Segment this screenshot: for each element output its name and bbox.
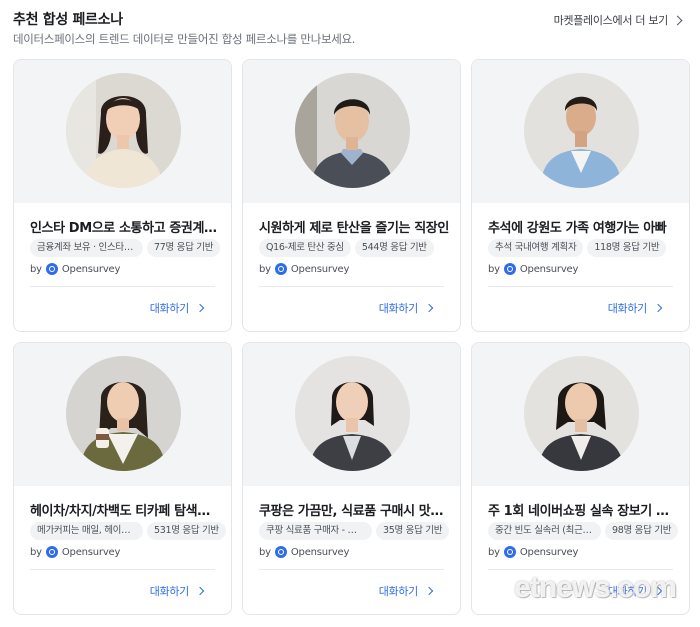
persona-title: 헤이차/차지/차백도 티카페 탐색하는 여성 <box>30 504 220 519</box>
persona-response-tag: 98명 응답 기반 <box>605 522 679 540</box>
persona-provider: by Opensurvey <box>259 263 349 275</box>
persona-avatar <box>295 73 410 188</box>
chat-button[interactable]: 대화하기 <box>378 583 434 599</box>
provider-name: Opensurvey <box>61 263 121 275</box>
chat-button-label: 대화하기 <box>378 302 419 315</box>
persona-response-tag: 77명 응답 기반 <box>147 239 221 257</box>
chat-button-label: 대화하기 <box>149 585 190 598</box>
persona-tags: 쿠팡 식료품 구매자 - 체험단 35명 응답 기반 <box>259 522 450 540</box>
chevron-right-icon <box>653 303 663 313</box>
by-label: by <box>488 546 500 558</box>
persona-photo-area <box>472 343 689 486</box>
chat-button-label: 대화하기 <box>378 585 419 598</box>
persona-photo-area <box>472 60 689 203</box>
persona-card[interactable]: 추석에 강원도 가족 여행가는 아빠 추석 국내여행 계획자 118명 응답 기… <box>471 59 690 332</box>
persona-photo-area <box>243 60 460 203</box>
persona-title: 시원하게 제로 탄산을 즐기는 직장인 <box>259 221 449 236</box>
persona-card[interactable]: 헤이차/차지/차백도 티카페 탐색하는 여성 메가커피는 매일, 헤이차는 가끔… <box>13 342 232 615</box>
chat-button-label: 대화하기 <box>149 302 190 315</box>
persona-response-tag: 118명 응답 기반 <box>587 239 667 257</box>
persona-segment-tag: Q16-제로 탄산 중심 <box>259 239 351 257</box>
chat-button[interactable]: 대화하기 <box>378 300 434 316</box>
persona-card[interactable]: 쿠팡은 가끔만, 식료품 구매시 맛을 따지는 쿠팡 식료품 구매자 - 체험단… <box>242 342 461 615</box>
card-divider <box>30 286 215 287</box>
card-divider <box>488 569 673 570</box>
opensurvey-logo-icon <box>274 546 287 558</box>
persona-provider: by Opensurvey <box>30 546 120 558</box>
persona-segment-tag: 금융계좌 보유 · 인스타그램 이용자 <box>30 239 143 257</box>
marketplace-more-link[interactable]: 마켓플레이스에서 더 보기 <box>553 12 683 28</box>
persona-tags: 메가커피는 매일, 헤이차는 가끔 531명 응답 기반 <box>30 522 226 540</box>
provider-name: Opensurvey <box>61 546 121 558</box>
persona-title: 인스타 DM으로 소통하고 증권계좌를 관리하는 20대 여성 <box>30 221 220 236</box>
chevron-right-icon <box>424 303 434 313</box>
card-divider <box>488 286 673 287</box>
persona-photo-area <box>14 60 231 203</box>
persona-response-tag: 531명 응답 기반 <box>147 522 226 540</box>
persona-provider: by Opensurvey <box>259 546 349 558</box>
persona-photo-area <box>243 343 460 486</box>
section-title: 추천 합성 페르소나 <box>13 12 123 28</box>
by-label: by <box>30 263 42 275</box>
chat-button-label: 대화하기 <box>607 302 648 315</box>
persona-tags: 추석 국내여행 계획자 118명 응답 기반 <box>488 239 667 257</box>
persona-avatar <box>524 73 639 188</box>
chevron-right-icon <box>424 586 434 596</box>
persona-avatar <box>66 73 181 188</box>
marketplace-more-label: 마켓플레이스에서 더 보기 <box>553 14 669 27</box>
persona-tags: Q16-제로 탄산 중심 544명 응답 기반 <box>259 239 434 257</box>
chevron-right-icon <box>195 303 205 313</box>
section-header: 추천 합성 페르소나 데이터스페이스의 트렌드 데이터로 만들어진 합성 페르소… <box>13 9 689 49</box>
persona-card[interactable]: 시원하게 제로 탄산을 즐기는 직장인 Q16-제로 탄산 중심 544명 응답… <box>242 59 461 332</box>
provider-name: Opensurvey <box>290 546 350 558</box>
opensurvey-logo-icon <box>503 263 516 275</box>
persona-response-tag: 35명 응답 기반 <box>376 522 450 540</box>
chevron-right-icon <box>195 586 205 596</box>
by-label: by <box>30 546 42 558</box>
persona-title: 쿠팡은 가끔만, 식료품 구매시 맛을 따지는 <box>259 504 449 519</box>
persona-avatar <box>524 356 639 471</box>
chat-button[interactable]: 대화하기 <box>607 300 663 316</box>
card-divider <box>259 569 444 570</box>
persona-segment-tag: 쿠팡 식료품 구매자 - 체험단 <box>259 522 372 540</box>
provider-name: Opensurvey <box>519 263 579 275</box>
persona-avatar <box>66 356 181 471</box>
by-label: by <box>259 263 271 275</box>
by-label: by <box>259 546 271 558</box>
card-divider <box>30 569 215 570</box>
persona-card[interactable]: 인스타 DM으로 소통하고 증권계좌를 관리하는 20대 여성 금융계좌 보유 … <box>13 59 232 332</box>
persona-tags: 금융계좌 보유 · 인스타그램 이용자 77명 응답 기반 <box>30 239 221 257</box>
persona-segment-tag: 메가커피는 매일, 헤이차는 가끔 <box>30 522 143 540</box>
persona-tags: 중간 빈도 실속러 (최근 구매) 98명 응답 기반 <box>488 522 679 540</box>
provider-name: Opensurvey <box>290 263 350 275</box>
chat-button[interactable]: 대화하기 <box>149 300 205 316</box>
persona-provider: by Opensurvey <box>30 263 120 275</box>
persona-avatar <box>295 356 410 471</box>
persona-segment-tag: 중간 빈도 실속러 (최근 구매) <box>488 522 601 540</box>
card-divider <box>259 286 444 287</box>
persona-provider: by Opensurvey <box>488 263 578 275</box>
section-subtitle: 데이터스페이스의 트렌드 데이터로 만들어진 합성 페르소나를 만나보세요. <box>13 32 356 46</box>
by-label: by <box>488 263 500 275</box>
persona-response-tag: 544명 응답 기반 <box>354 239 434 257</box>
etnews-watermark: etnews.com <box>514 571 677 604</box>
persona-photo-area <box>14 343 231 486</box>
opensurvey-logo-icon <box>503 546 516 558</box>
persona-provider: by Opensurvey <box>488 546 578 558</box>
chevron-right-icon <box>672 15 683 25</box>
chat-button[interactable]: 대화하기 <box>149 583 205 599</box>
provider-name: Opensurvey <box>519 546 579 558</box>
persona-segment-tag: 추석 국내여행 계획자 <box>488 239 584 257</box>
opensurvey-logo-icon <box>45 263 58 275</box>
persona-title: 추석에 강원도 가족 여행가는 아빠 <box>488 221 667 236</box>
opensurvey-logo-icon <box>274 263 287 275</box>
opensurvey-logo-icon <box>45 546 58 558</box>
persona-title: 주 1회 네이버쇼핑 실속 장보기 담당자 <box>488 504 678 519</box>
